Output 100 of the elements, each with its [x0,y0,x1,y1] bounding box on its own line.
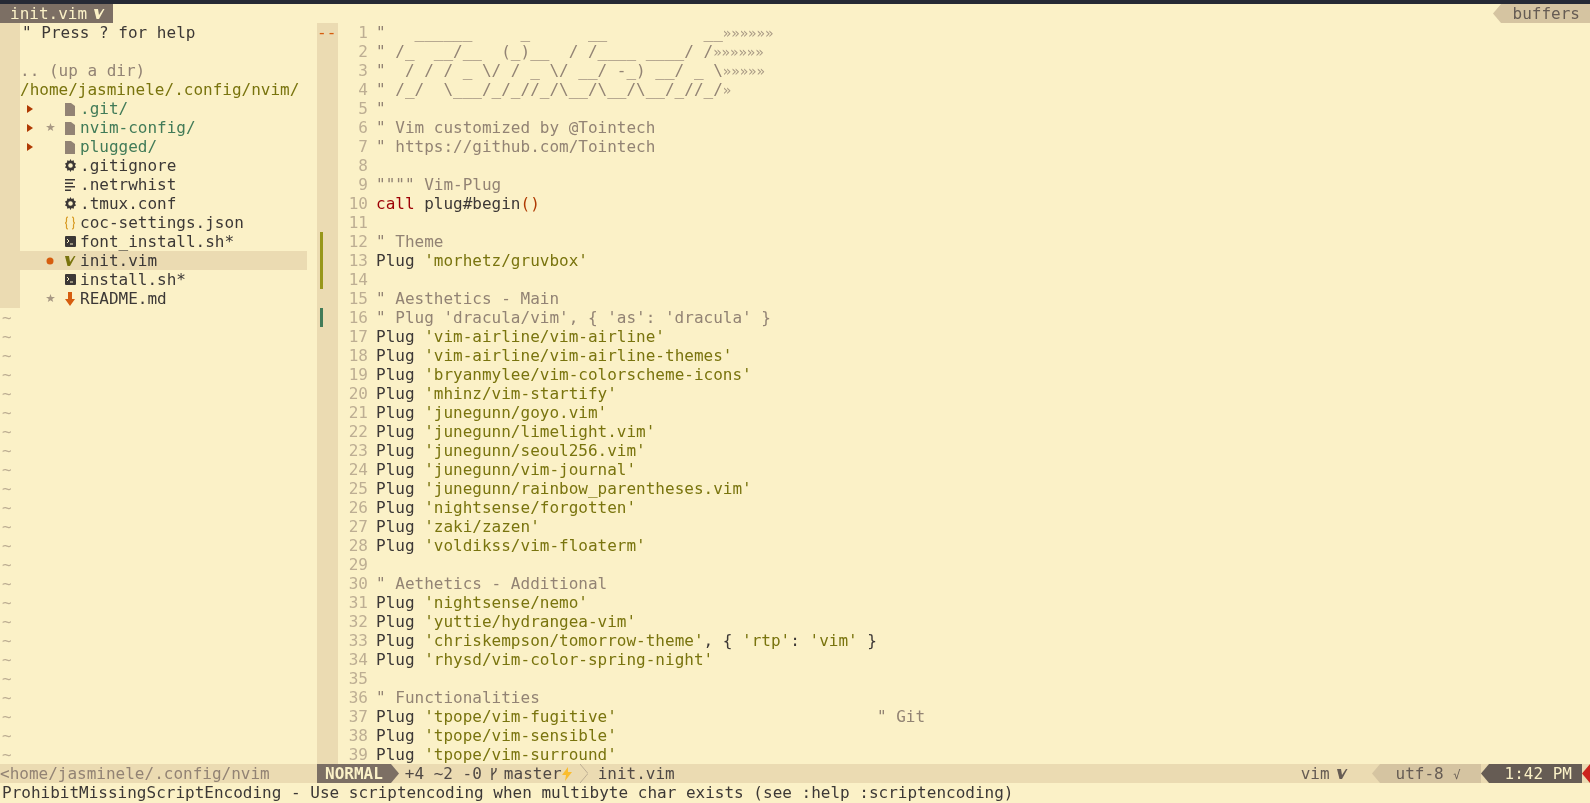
code-paren: () [520,194,540,213]
folder-icon [65,139,75,154]
vim-logo-icon [1335,767,1348,780]
line-number: 6 [357,118,369,137]
empty-line-tilde: ~ [1,365,12,384]
file-tree-item[interactable]: nvim-config/ [20,118,307,137]
code-text: Plug [376,403,416,422]
code-comment: " Vim customized by @Tointech [376,118,656,137]
down-arrow-icon [65,291,75,306]
trailing-whitespace-marker: » [722,82,732,98]
line-number: 14 [347,270,369,289]
line-number: 8 [357,156,369,175]
line-number: 34 [347,650,369,669]
code-text: Plug [376,251,416,270]
vim-logo-icon [93,7,106,20]
file-tree-item[interactable]: .tmux.conf [20,194,307,213]
code-comment: " Git [876,707,926,726]
code-string: 'mhinz/vim-startify' [424,384,617,403]
code-string: 'morhetz/gruvbox' [424,251,588,270]
code-string: 'nightsense/forgotten' [424,498,637,517]
file-tree-item[interactable]: install.sh* [20,270,307,289]
file-tree-item[interactable]: .gitignore [20,156,307,175]
code-text: Plug [376,346,416,365]
code-comment: " ______ _ __ __ [376,23,723,42]
file-name: .git/ [80,99,129,118]
gear-icon [64,197,76,210]
line-number: 32 [347,612,369,631]
empty-line-tilde: ~ [1,650,12,669]
file-tree-item[interactable]: .netrwhist [20,175,307,194]
line-number: 4 [357,80,369,99]
file-tree-item[interactable]: init.vim [20,251,307,270]
empty-line-tilde: ~ [1,574,12,593]
line-number: 3 [357,61,369,80]
empty-line-tilde: ~ [1,479,12,498]
empty-line-tilde: ~ [1,441,12,460]
code-string: 'rhysd/vim-color-spring-night' [424,650,714,669]
line-number: 29 [347,555,369,574]
empty-line-tilde: ~ [1,555,12,574]
line-number: 11 [347,213,369,232]
left-arrow-icon [1480,764,1489,783]
file-tree-item[interactable]: coc-settings.json [20,213,307,232]
code-string: 'zaki/zazen' [424,517,540,536]
empty-line-tilde: ~ [1,707,12,726]
git-add-bar [320,308,323,327]
line-number: 39 [347,745,369,764]
empty-line-tilde: ~ [1,612,12,631]
code-string: 'junegunn/vim-journal' [424,460,637,479]
buffer-tab[interactable]: init.vim [0,4,114,23]
file-tree-item[interactable]: font_install.sh* [20,232,307,251]
code-text: Plug [376,593,416,612]
terminal-icon [64,274,76,285]
lines-icon [65,177,75,192]
line-number: 19 [347,365,369,384]
trailing-whitespace-marker: »»»»»» [722,25,774,41]
line-number: 21 [347,403,369,422]
code-text: Plug [376,631,416,650]
code-text: : [790,631,801,650]
file-tree-item[interactable]: README.md [20,289,307,308]
left-arrow-icon [1582,764,1590,783]
folder-icon [65,120,75,135]
code-comment: " Aethetics - Additional [376,574,608,593]
empty-line-tilde: ~ [1,536,12,555]
line-number: 38 [347,726,369,745]
file-tree-item[interactable]: .git/ [20,99,307,118]
code-string: 'nightsense/nemo' [424,593,588,612]
code-text: , { [703,631,734,650]
code-string: 'vim' [809,631,858,650]
code-comment: " / / / _ \/ / _ \/ __/ -_) __/ _ \ [376,61,723,80]
empty-line-tilde: ~ [1,460,12,479]
code-text: Plug [376,745,416,764]
line-number: 25 [347,479,369,498]
code-text: Plug [376,327,416,346]
file-tree-item[interactable]: plugged/ [20,137,307,156]
line-number: 31 [347,593,369,612]
branch-icon [489,766,498,781]
trailing-whitespace-marker: »»»»» [722,63,765,79]
code-text: Plug [376,365,416,384]
empty-line-tilde: ~ [1,403,12,422]
empty-line-tilde: ~ [1,327,12,346]
vim-logo-icon [64,254,76,267]
line-number: 24 [347,460,369,479]
code-comment: " https://github.com/Tointech [376,137,656,156]
code-text: Plug [376,384,416,403]
file-name: README.md [80,289,167,308]
code-string: 'tpope/vim-sensible' [424,726,617,745]
code-string: 'junegunn/rainbow_parentheses.vim' [424,479,752,498]
line-number: 36 [347,688,369,707]
line-number: 7 [357,137,369,156]
file-name: nvim-config/ [80,118,196,137]
code-string: 'junegunn/seoul256.vim' [424,441,646,460]
file-name: install.sh* [80,270,186,289]
line-number: 23 [347,441,369,460]
code-string: 'vim-airline/vim-airline-themes' [424,346,733,365]
code-text: Plug [376,479,416,498]
line-number: 22 [347,422,369,441]
folder-icon [65,101,75,116]
line-number: 2 [357,42,369,61]
line-number: 15 [347,289,369,308]
line-number: 13 [347,251,369,270]
empty-line-tilde: ~ [1,726,12,745]
